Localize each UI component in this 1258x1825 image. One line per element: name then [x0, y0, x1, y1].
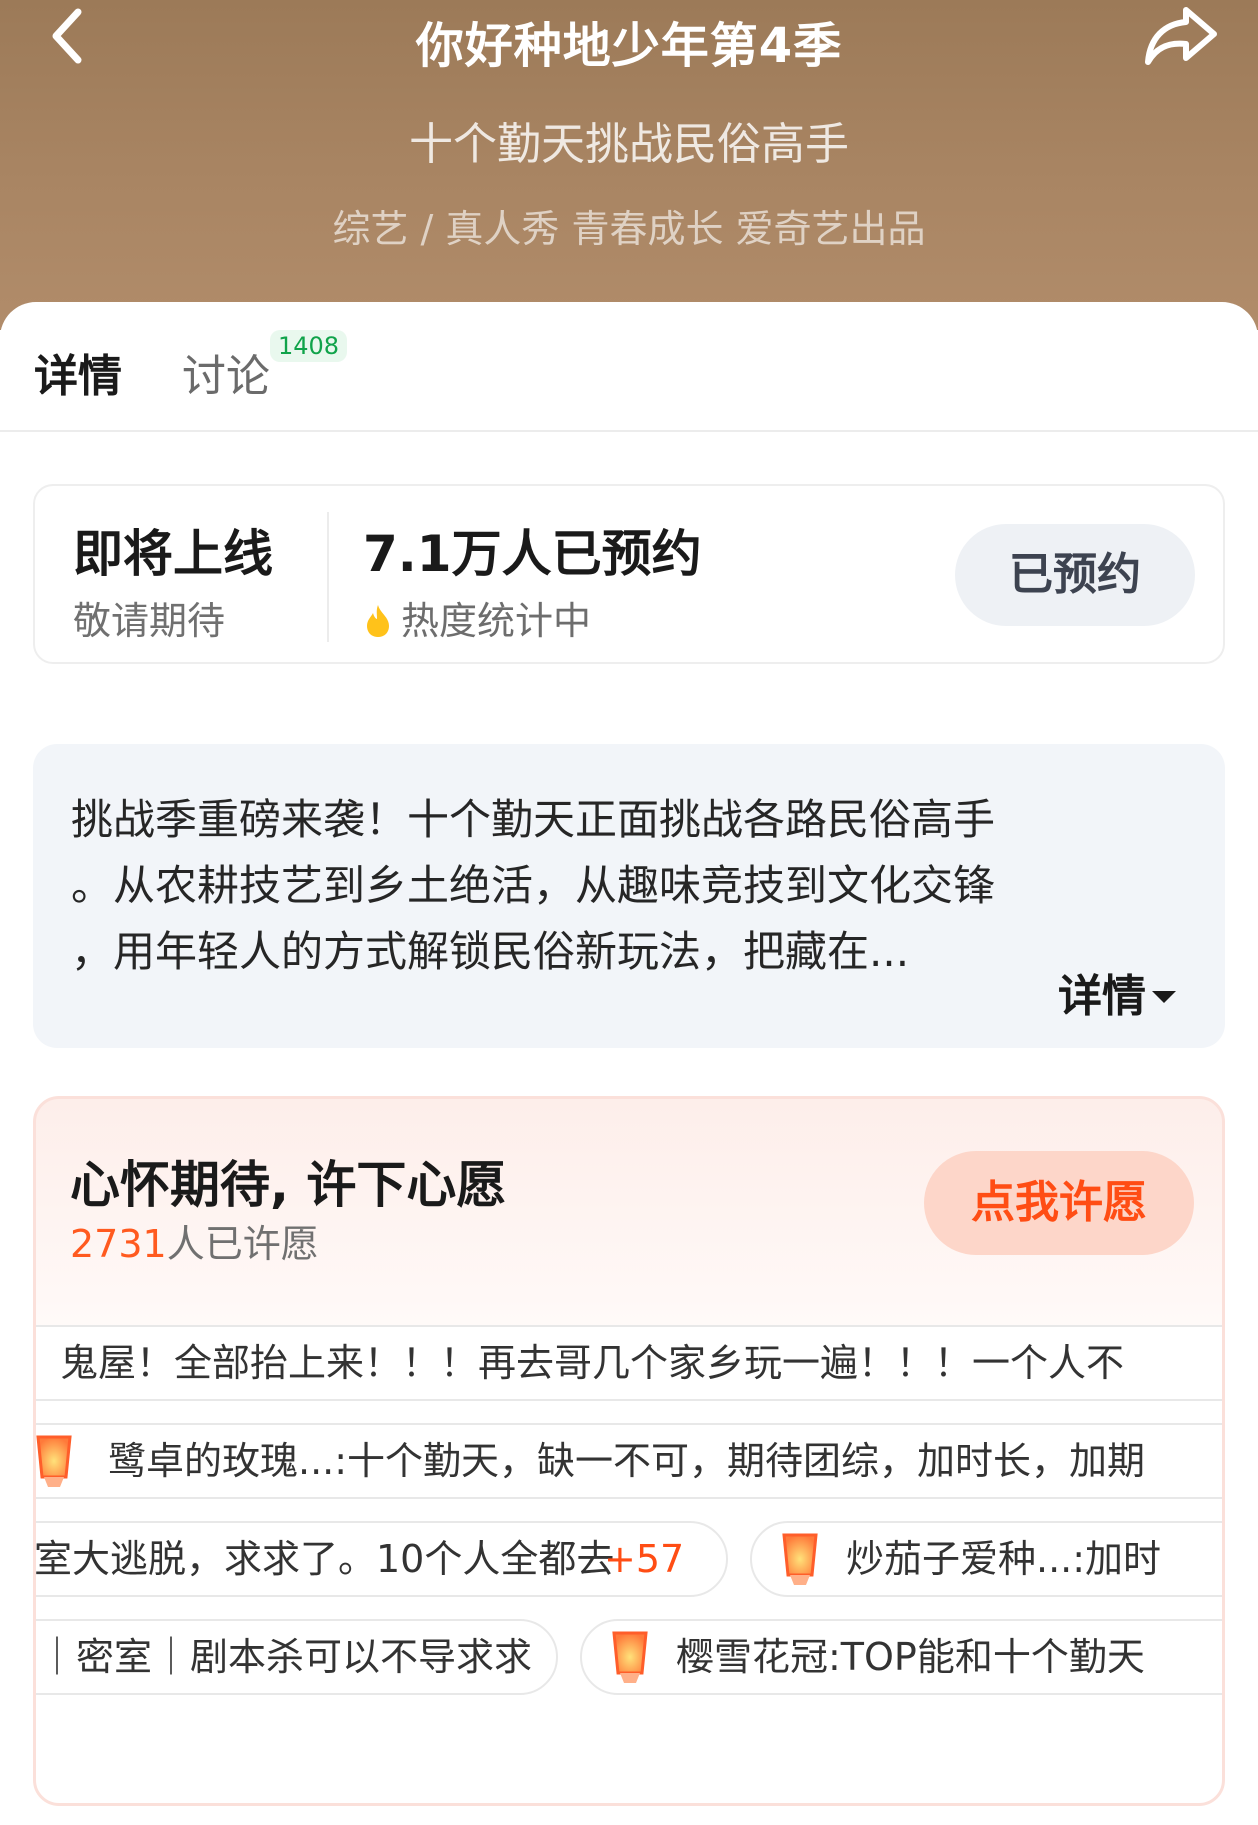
heat-status: 热度统计中 [365, 590, 591, 645]
wish-bullet-text: ｜密室｜剧本杀可以不导求求 [38, 1635, 533, 1679]
wish-count-suffix: 人已许愿 [166, 1222, 319, 1266]
wish-bullet[interactable]: 炒茄子爱种...:加时 [750, 1521, 1222, 1597]
wish-bullet-text: 炒茄子爱种...:加时 [846, 1537, 1162, 1581]
sky-lantern-icon [36, 1435, 72, 1487]
flame-icon [367, 605, 389, 637]
show-subtitle: 十个勤天挑战民俗高手 [409, 119, 849, 170]
wish-bullet-plus-count: +57 [604, 1537, 685, 1581]
wish-bullet[interactable]: 鬼屋！全部抬上来！！！再去哥几个家乡玩一遍！！！一个人不 [36, 1325, 1222, 1401]
wish-bullet[interactable]: 室大逃脱，求求了。10个人全都去 +57 [34, 1521, 728, 1597]
divider [327, 512, 329, 642]
wish-bullet[interactable]: ｜密室｜剧本杀可以不导求求 [36, 1619, 558, 1695]
description-line: 。从农耕技艺到乡土绝活，从趣味竞技到文化交锋 [71, 861, 996, 910]
description-line: 挑战季重磅来袭！十个勤天正面挑战各路民俗高手 [71, 795, 996, 844]
discuss-count-badge: 1408 [270, 330, 348, 362]
wish-title: 心怀期待, 许下心愿 [70, 1156, 507, 1214]
wish-bullet-text: 鹭卓的玫瑰...:十个勤天，缺一不可，期待团综，加时长，加期 [108, 1439, 1146, 1483]
tab-discuss[interactable]: 讨论 [182, 340, 270, 404]
wish-bullet-text: 樱雪花冠:TOP能和十个勤天 [676, 1635, 1145, 1679]
release-status-card: 即将上线 敬请期待 7.1万人已预约 热度统计中 已预约 [33, 484, 1225, 664]
wish-count: 2731 [70, 1222, 167, 1266]
page-title: 你好种地少年第4季 [415, 18, 843, 74]
wish-bullet[interactable]: 鹭卓的玫瑰...:十个勤天，缺一不可，期待团综，加时长，加期 [36, 1423, 1222, 1499]
share-icon[interactable] [1142, 0, 1222, 70]
wish-bullet-text: 室大逃脱，求求了。10个人全都去 [34, 1537, 615, 1581]
make-wish-button[interactable]: 点我许愿 [924, 1151, 1194, 1255]
reserve-count: 7.1万人已预约 [363, 525, 702, 583]
heat-text: 热度统计中 [401, 599, 592, 643]
content-sheet: 详情 讨论 1408 即将上线 敬请期待 7.1万人已预约 热度统计中 已预约 … [0, 302, 1258, 1825]
description-line: ，用年轻人的方式解锁民俗新玩法，把藏在... [71, 927, 910, 976]
more-label: 详情 [1058, 971, 1146, 1022]
sky-lantern-icon [782, 1533, 818, 1585]
wish-bullet[interactable]: 樱雪花冠:TOP能和十个勤天 [580, 1619, 1222, 1695]
description-card: 挑战季重磅来袭！十个勤天正面挑战各路民俗高手 。从农耕技艺到乡土绝活，从趣味竞技… [33, 744, 1225, 1048]
wish-bullet-text: 鬼屋！全部抬上来！！！再去哥几个家乡玩一遍！！！一个人不 [60, 1341, 1125, 1385]
description-more-button[interactable]: 详情 [1058, 960, 1176, 1024]
tab-bar: 详情 讨论 1408 [0, 302, 1258, 432]
hero-header: 你好种地少年第4季 十个勤天挑战民俗高手 综艺 / 真人秀 青春成长 爱奇艺出品 [0, 0, 1258, 330]
release-status-subtitle: 敬请期待 [73, 599, 226, 643]
tab-detail[interactable]: 详情 [34, 340, 122, 404]
release-status-title: 即将上线 [73, 525, 273, 583]
reserved-button[interactable]: 已预约 [955, 524, 1195, 626]
wish-count-row: 2731人已许愿 [70, 1213, 319, 1268]
show-tags: 综艺 / 真人秀 青春成长 爱奇艺出品 [332, 207, 926, 251]
sky-lantern-icon [612, 1631, 648, 1683]
caret-down-icon [1152, 991, 1176, 1003]
wish-card: 心怀期待, 许下心愿 2731人已许愿 点我许愿 鬼屋！全部抬上来！！！再去哥几… [33, 1096, 1225, 1806]
